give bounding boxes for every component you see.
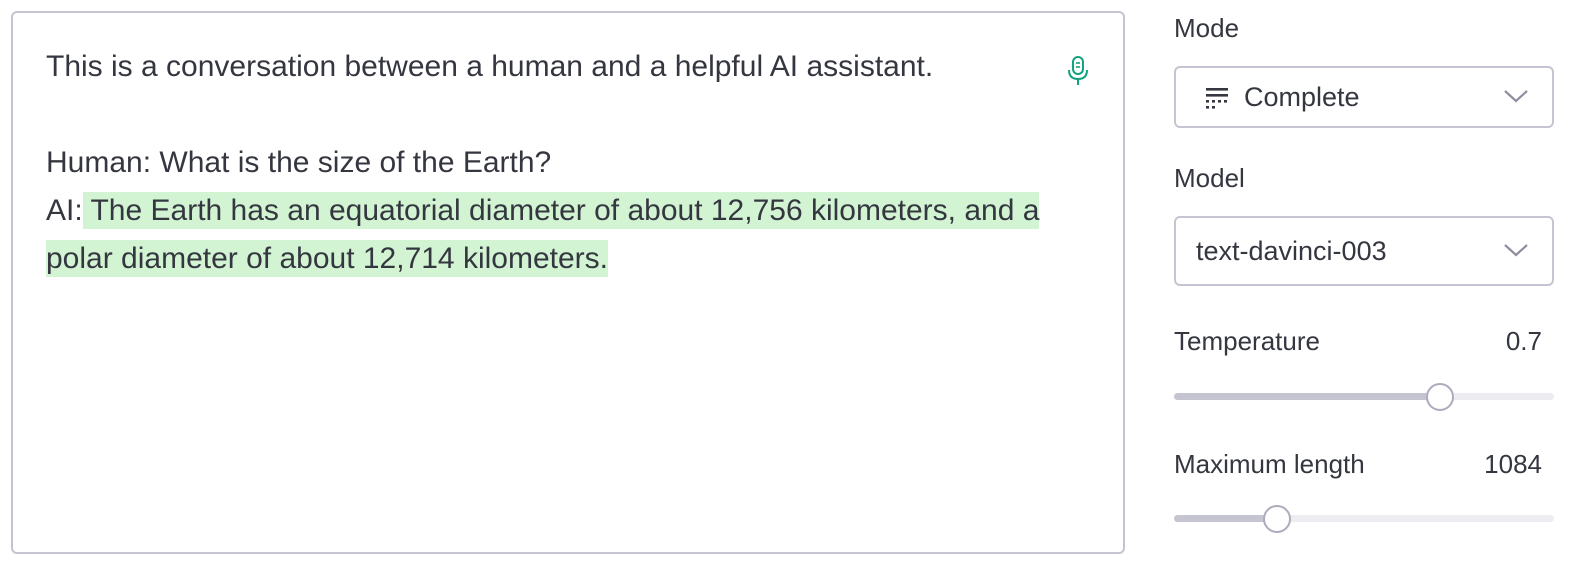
model-label: Model	[1174, 163, 1245, 193]
settings-sidebar: Mode Complete Model text-davinci-003 Tem…	[1174, 0, 1554, 576]
max-length-header: Maximum length 1084	[1174, 448, 1542, 480]
model-select[interactable]: text-davinci-003	[1174, 216, 1554, 286]
system-line: This is a conversation between a human a…	[46, 50, 934, 83]
mode-label: Mode	[1174, 13, 1240, 43]
ai-completion-highlight: The Earth has an equatorial diameter of …	[46, 192, 1040, 277]
complete-mode-icon	[1206, 88, 1228, 109]
ai-prefix: AI:	[46, 194, 83, 227]
model-value: text-davinci-003	[1196, 236, 1387, 266]
temperature-slider[interactable]	[1174, 381, 1554, 411]
slider-thumb[interactable]	[1262, 505, 1291, 533]
mode-select[interactable]: Complete	[1174, 66, 1554, 128]
prompt-text[interactable]: This is a conversation between a human a…	[46, 43, 1056, 283]
chevron-down-icon	[1504, 244, 1528, 257]
temperature-value[interactable]: 0.7	[1506, 325, 1542, 357]
prompt-editor[interactable]: This is a conversation between a human a…	[11, 11, 1125, 554]
microphone-icon[interactable]	[1066, 55, 1090, 87]
chevron-down-icon	[1504, 90, 1528, 103]
ai-line: AI: The Earth has an equatorial diameter…	[46, 187, 1056, 283]
temperature-header: Temperature 0.7	[1174, 325, 1542, 357]
slider-fill	[1174, 393, 1440, 400]
max-length-slider[interactable]	[1174, 503, 1554, 533]
mode-value: Complete	[1244, 82, 1360, 112]
temperature-label: Temperature	[1174, 326, 1320, 356]
max-length-label: Maximum length	[1174, 449, 1365, 479]
slider-fill	[1174, 515, 1277, 522]
max-length-value[interactable]: 1084	[1484, 448, 1542, 480]
human-line: Human: What is the size of the Earth?	[46, 146, 552, 179]
slider-thumb[interactable]	[1426, 383, 1454, 411]
